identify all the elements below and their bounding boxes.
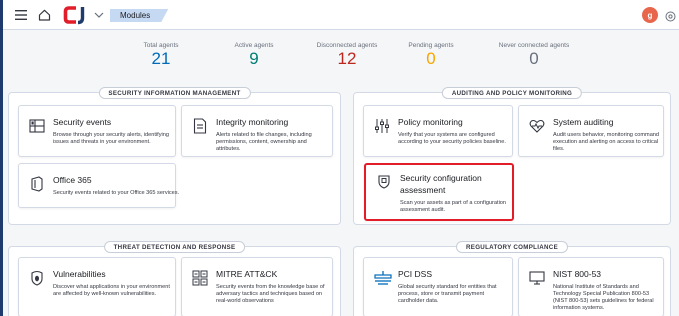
card-description: Audit users behavior, monitoring command… [553,132,660,152]
card-system-auditing[interactable]: System auditing Audit users behavior, mo… [518,105,664,157]
panel-title: SECURITY INFORMATION MANAGEMENT [98,87,251,99]
card-title: NIST 800-53 [553,269,602,279]
file-icon [192,118,208,134]
stat-label: Never connected agents [498,42,570,49]
card-title: PCI DSS [398,269,433,279]
security-events-icon [29,118,45,134]
home-icon[interactable] [36,0,52,30]
card-description: Discover what applications in your envir… [53,284,170,297]
panel-title: REGULATORY COMPLIANCE [455,241,569,253]
panel-title: THREAT DETECTION AND RESPONSE [103,241,246,253]
card-description: National Institute of Standards and Tech… [553,284,654,311]
card-title: MITRE ATT&CK [216,269,278,279]
brand-logo[interactable] [62,0,88,30]
card-security-configuration-assessment[interactable]: Security configuration assessment Scan y… [364,163,514,221]
grid-icon [192,270,208,286]
card-title-line2: assessment [400,185,446,195]
card-description: Security events from the knowledge base … [216,284,325,304]
stat-value[interactable]: 0 [479,50,589,68]
help-icon[interactable] [665,9,676,22]
stat-pending-agents[interactable]: Pending agents 0 [376,42,486,68]
card-integrity-monitoring[interactable]: Integrity monitoring Alerts related to f… [181,105,333,157]
panel-regulatory-compliance: REGULATORY COMPLIANCE PCI DSS Global sec… [353,241,671,316]
card-title: System auditing [553,117,614,127]
card-title: Security configuration [400,173,482,183]
panel-threat-detection-and-response: THREAT DETECTION AND RESPONSE Vulnerabil… [8,241,341,316]
office-icon [29,176,45,192]
card-office-365[interactable]: Office 365 Security events related to yo… [18,163,179,208]
avatar[interactable]: g [642,7,658,23]
card-reader-icon [374,270,392,286]
menu-icon[interactable] [14,0,28,30]
card-title: Vulnerabilities [53,269,106,279]
card-description: Verify that your systems are configured … [398,132,506,145]
heartbeat-icon [529,118,545,134]
card-title: Policy monitoring [398,117,463,127]
breadcrumb-modules[interactable]: Modules [110,9,168,22]
stat-value[interactable]: 0 [376,50,486,68]
bug-shield-icon [29,270,45,286]
card-vulnerabilities[interactable]: Vulnerabilities Discover what applicatio… [18,257,176,316]
stat-label: Pending agents [408,42,454,49]
card-description: Alerts related to file changes, includin… [216,132,312,152]
sliders-icon [374,118,390,134]
card-mitre-attack[interactable]: MITRE ATT&CK Security events from the kn… [181,257,333,316]
top-bar: Modules g [0,0,679,30]
card-security-events[interactable]: Security events Browse through your secu… [18,105,176,157]
card-title: Security events [53,117,112,127]
panel-auditing-and-policy-monitoring: AUDITING AND POLICY MONITORING Policy mo… [353,87,671,225]
panel-security-information-management: SECURITY INFORMATION MANAGEMENT Security… [8,87,341,225]
card-title: Office 365 [53,175,92,185]
card-description: Scan your assets as part of a configurat… [400,200,507,213]
shield-icon [376,173,392,189]
panel-title: AUDITING AND POLICY MONITORING [441,87,583,99]
monitor-icon [529,270,545,286]
agents-stats: Total agents 21 Active agents 9 Disconne… [0,42,679,74]
card-title: Integrity monitoring [216,117,289,127]
chevron-down-icon[interactable] [92,0,106,30]
card-nist-800-53[interactable]: NIST 800-53 National Institute of Standa… [518,257,664,316]
card-description: Security events related to your Office 3… [53,190,180,196]
card-description: Browse through your security alerts, ide… [53,132,169,145]
stat-never-connected-agents[interactable]: Never connected agents 0 [479,42,589,68]
card-pci-dss[interactable]: PCI DSS Global security standard for ent… [363,257,513,316]
nav-accent-top [0,0,3,30]
app-page: Modules g Total agents 21 Active agents … [0,0,679,316]
card-policy-monitoring[interactable]: Policy monitoring Verify that your syste… [363,105,513,157]
card-description: Global security standard for entities th… [398,284,497,304]
